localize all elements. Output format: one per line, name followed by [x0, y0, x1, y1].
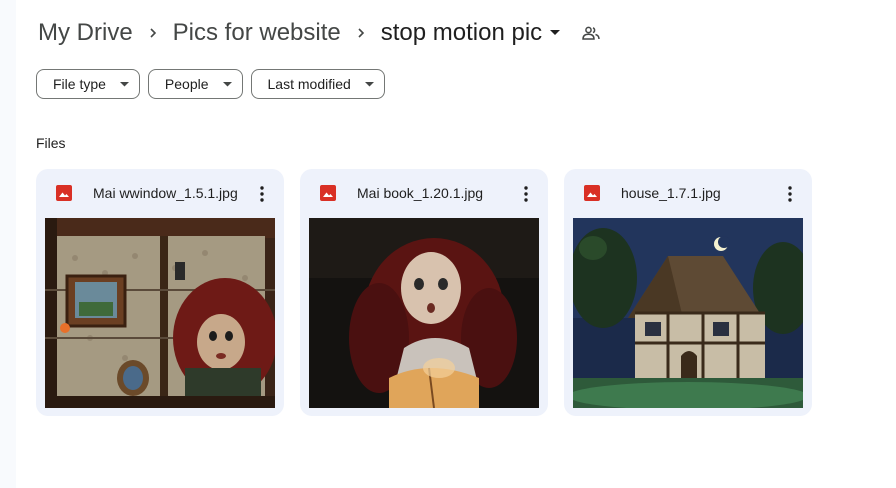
file-card[interactable]: house_1.7.1.jpg [564, 169, 812, 416]
more-options-icon[interactable] [776, 180, 804, 208]
caret-down-icon [119, 81, 129, 87]
chevron-right-icon [343, 27, 379, 39]
main-content: My Drive Pics for website stop motion pi… [16, 0, 896, 488]
file-thumbnail [309, 218, 539, 408]
caret-down-icon [364, 81, 374, 87]
breadcrumb-pics-for-website[interactable]: Pics for website [171, 19, 343, 47]
filter-bar: File type People Last modified [36, 69, 385, 99]
filter-last-modified[interactable]: Last modified [250, 69, 385, 99]
file-name: Mai book_1.20.1.jpg [357, 185, 484, 201]
filter-label: File type [53, 76, 106, 92]
caret-down-icon [222, 81, 232, 87]
file-name: Mai wwindow_1.5.1.jpg [93, 185, 238, 201]
filter-file-type[interactable]: File type [36, 69, 140, 99]
filter-people[interactable]: People [147, 69, 243, 99]
caret-down-icon [550, 30, 561, 36]
file-card[interactable]: Mai book_1.20.1.jpg [300, 169, 548, 416]
more-options-icon[interactable] [512, 180, 540, 208]
breadcrumb-current-folder[interactable]: stop motion pic [379, 19, 562, 47]
shared-folder-icon[interactable] [582, 26, 600, 40]
image-file-icon [56, 185, 72, 201]
file-grid: Mai wwindow_1.5.1.jpg Mai book_1.20.1.jp… [36, 169, 812, 416]
image-file-icon [320, 185, 336, 201]
filter-label: People [164, 76, 209, 92]
file-card[interactable]: Mai wwindow_1.5.1.jpg [36, 169, 284, 416]
files-section-heading: Files [36, 135, 66, 151]
more-options-icon[interactable] [248, 180, 276, 208]
chevron-right-icon [135, 27, 171, 39]
current-folder-label: stop motion pic [380, 19, 543, 46]
file-thumbnail [573, 218, 803, 408]
breadcrumb-my-drive[interactable]: My Drive [36, 19, 135, 47]
file-thumbnail [45, 218, 275, 408]
breadcrumb: My Drive Pics for website stop motion pi… [36, 16, 600, 50]
file-name: house_1.7.1.jpg [621, 185, 721, 201]
image-file-icon [584, 185, 600, 201]
filter-label: Last modified [267, 76, 351, 92]
